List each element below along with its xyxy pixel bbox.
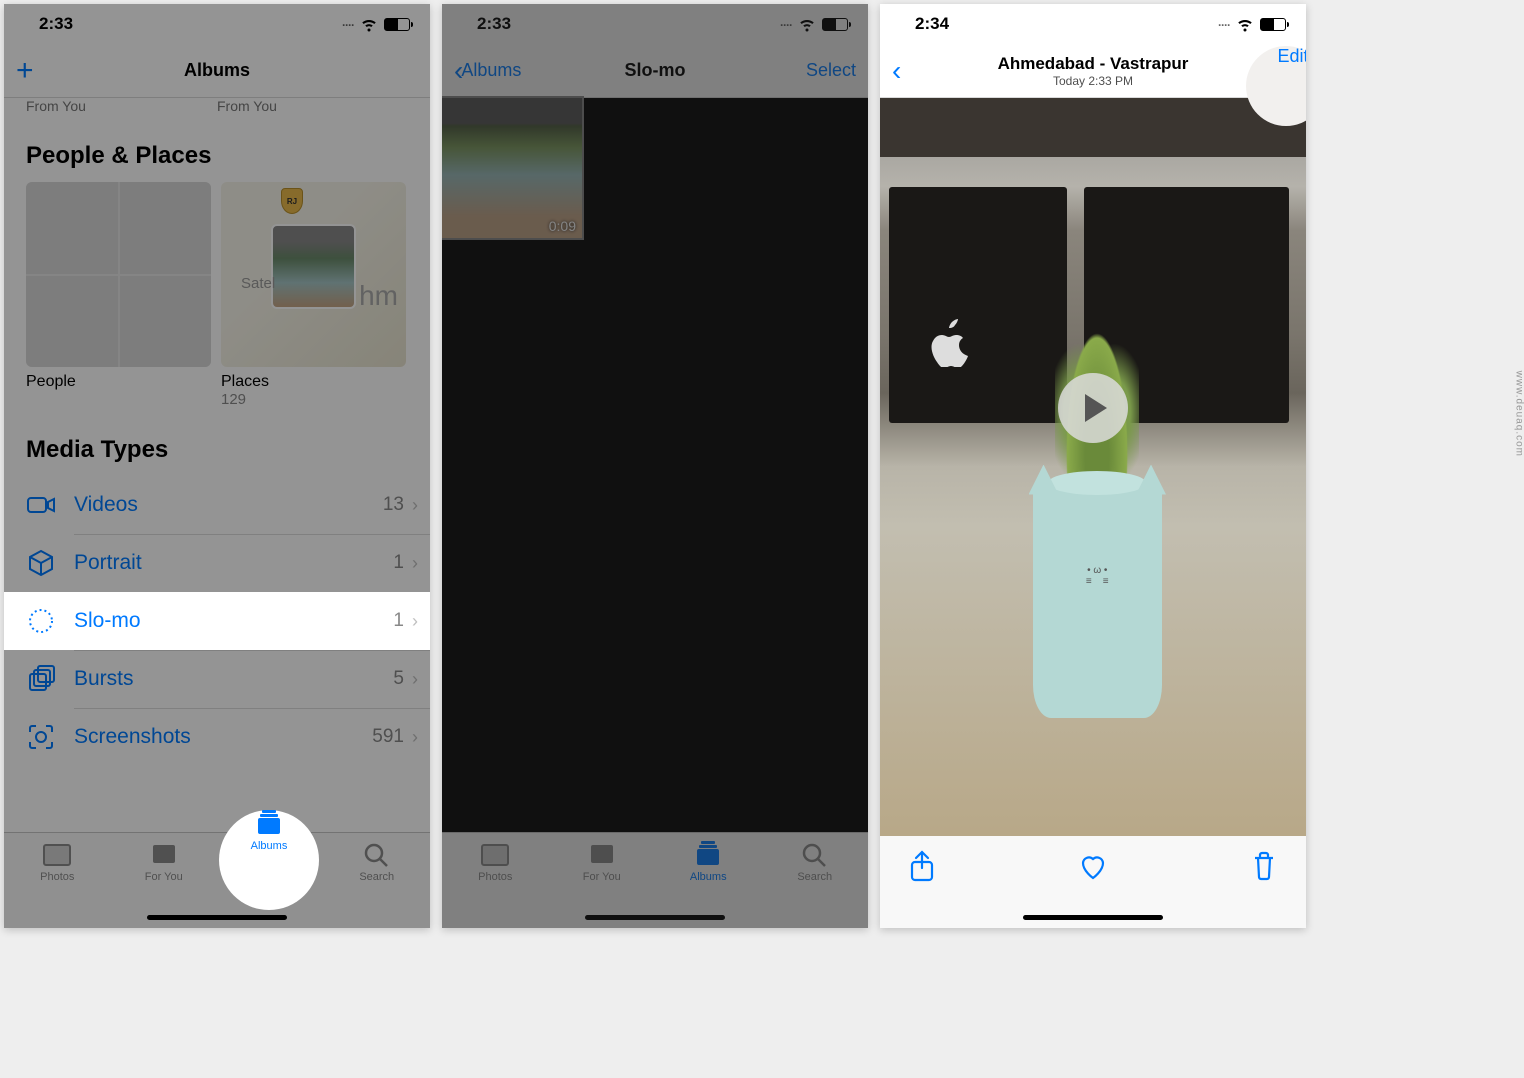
status-time: 2:33	[24, 14, 73, 34]
status-time: 2:34	[900, 14, 949, 34]
tab-search[interactable]: Search	[762, 841, 869, 928]
cellular-icon	[342, 14, 354, 34]
home-indicator[interactable]	[147, 915, 287, 920]
media-row-portrait[interactable]: Portrait 1 ›	[4, 534, 430, 592]
cellular-icon	[1218, 14, 1230, 34]
chevron-left-icon: ‹	[892, 57, 901, 85]
screenshots-icon	[26, 722, 56, 752]
places-count: 129	[221, 391, 406, 408]
cube-icon	[26, 548, 56, 578]
video-duration: 0:09	[549, 218, 576, 234]
screen-slomo-album: 2:33 ‹ Albums Slo-mo Select 0:09 Photos …	[442, 4, 868, 928]
battery-icon	[822, 18, 848, 31]
status-right	[342, 14, 410, 34]
nav-bar: + Albums	[4, 44, 430, 98]
heart-icon[interactable]	[1079, 850, 1107, 882]
media-row-screenshots[interactable]: Screenshots 591 ›	[4, 708, 430, 766]
play-button[interactable]	[1058, 373, 1128, 443]
wifi-icon	[360, 15, 378, 33]
status-right	[780, 14, 848, 34]
media-row-videos[interactable]: Videos 13 ›	[4, 476, 430, 534]
wifi-icon	[1236, 15, 1254, 33]
media-types-list: Videos 13 › Portrait 1 › Slo-mo 1 › Burs…	[4, 476, 430, 766]
tab-photos[interactable]: Photos	[4, 841, 111, 928]
apple-logo-icon	[931, 319, 971, 367]
video-icon	[26, 490, 56, 520]
chevron-right-icon: ›	[412, 727, 418, 748]
nav-bar: ‹ Albums Slo-mo Select	[442, 44, 868, 98]
people-places-row: People RJ 147 Satel hm Places 129	[4, 182, 430, 408]
chevron-right-icon: ›	[412, 553, 418, 574]
bottom-toolbar	[880, 836, 1306, 928]
plant-pot: • ω •≡ ≡	[1016, 290, 1178, 718]
share-icon[interactable]	[908, 850, 936, 882]
tab-bar: Photos For You Search	[4, 832, 430, 928]
album-grid: 0:09	[442, 98, 868, 832]
status-bar: 2:34	[880, 4, 1306, 44]
bursts-icon	[26, 664, 56, 694]
people-label: People	[26, 367, 211, 391]
edit-button[interactable]: Edit	[1277, 46, 1306, 67]
screen-video-detail: 2:34 ‹ Ahmedabad - Vastrapur Today 2:33 …	[880, 4, 1306, 928]
tab-search[interactable]: Search	[324, 841, 431, 928]
photos-icon	[480, 841, 510, 867]
status-right	[1218, 14, 1286, 34]
screen-albums: 2:33 + Albums From You From You People &…	[4, 4, 430, 928]
watermark: www.deuaq.com	[1513, 371, 1524, 457]
chevron-right-icon: ›	[412, 611, 418, 632]
albums-icon	[693, 841, 723, 867]
back-button[interactable]: ‹	[892, 57, 972, 85]
search-icon	[362, 841, 392, 867]
status-bar: 2:33	[442, 4, 868, 44]
map-text-left: Satel	[241, 275, 275, 292]
tab-albums[interactable]: Albums	[251, 810, 288, 910]
media-row-bursts[interactable]: Bursts 5 ›	[4, 650, 430, 708]
home-indicator[interactable]	[585, 915, 725, 920]
cellular-icon	[780, 14, 792, 34]
places-album[interactable]: RJ 147 Satel hm Places 129	[221, 182, 406, 408]
home-indicator[interactable]	[1023, 915, 1163, 920]
places-label: Places	[221, 367, 406, 391]
video-preview[interactable]: • ω •≡ ≡	[880, 98, 1306, 836]
photos-icon	[42, 841, 72, 867]
select-button[interactable]: Select	[806, 60, 856, 81]
map-pin-icon: RJ 147	[281, 188, 303, 214]
back-button[interactable]: ‹ Albums	[454, 57, 534, 85]
section-people-places-title: People & Places	[4, 114, 430, 182]
albums-icon	[254, 810, 284, 836]
tab-photos[interactable]: Photos	[442, 841, 549, 928]
people-album[interactable]: People	[26, 182, 211, 408]
tab-bar: Photos For You Albums Search	[442, 832, 868, 928]
people-thumbnail	[26, 182, 211, 367]
truncated-prev-section: From You From You	[4, 98, 430, 114]
battery-icon	[1260, 18, 1286, 31]
wifi-icon	[798, 15, 816, 33]
add-button[interactable]: +	[16, 56, 34, 86]
for-you-icon	[149, 841, 179, 867]
section-media-types-title: Media Types	[4, 408, 430, 476]
battery-icon	[384, 18, 410, 31]
media-row-slomo[interactable]: Slo-mo 1 ›	[4, 592, 430, 650]
trash-icon[interactable]	[1250, 850, 1278, 882]
play-icon	[1085, 394, 1107, 422]
content: From You From You People & Places People…	[4, 98, 430, 832]
nav-bar: ‹ Ahmedabad - Vastrapur Today 2:33 PM	[880, 44, 1306, 98]
places-thumbnail: RJ 147 Satel hm	[221, 182, 406, 367]
highlight-albums-tab: Albums	[219, 810, 319, 910]
map-text-right: hm	[359, 280, 398, 312]
for-you-icon	[587, 841, 617, 867]
status-bar: 2:33	[4, 4, 430, 44]
video-thumbnail[interactable]: 0:09	[442, 98, 582, 238]
map-photo	[271, 224, 356, 309]
slomo-icon	[26, 606, 56, 636]
chevron-right-icon: ›	[412, 669, 418, 690]
status-time: 2:33	[462, 14, 511, 34]
search-icon	[800, 841, 830, 867]
chevron-right-icon: ›	[412, 495, 418, 516]
